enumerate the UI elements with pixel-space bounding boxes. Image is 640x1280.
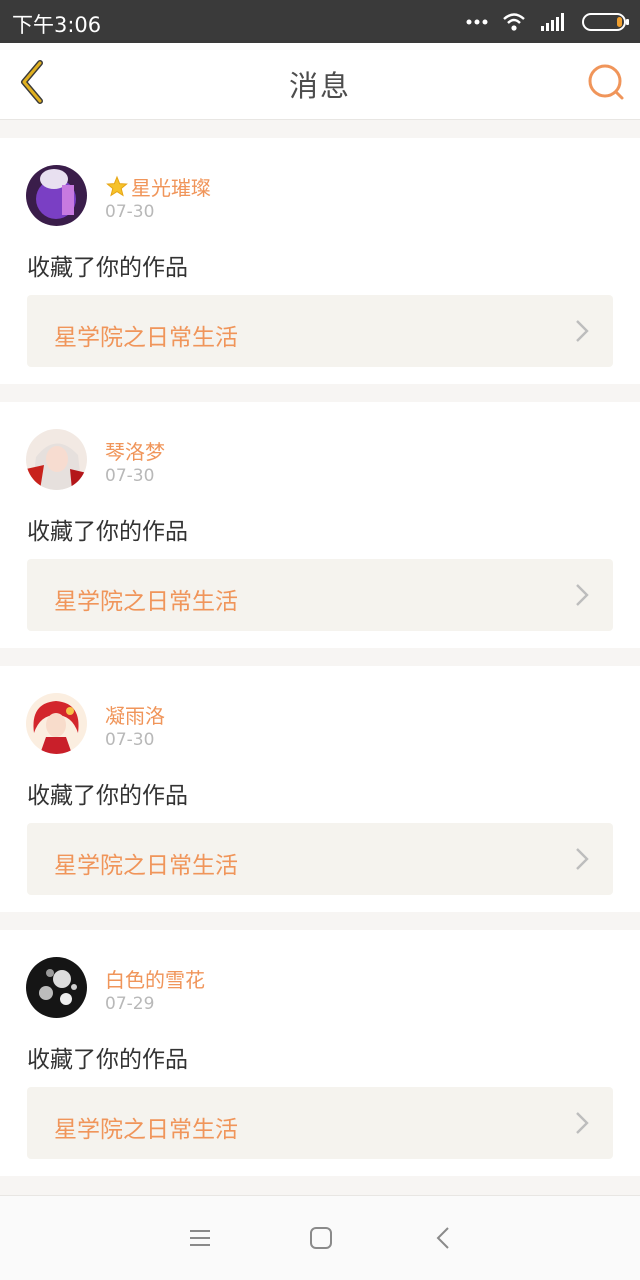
message-card: 星光璀璨 07-30 收藏了你的作品 星学院之日常生活 bbox=[0, 138, 640, 384]
message-card: 凝雨洛 07-30 收藏了你的作品 星学院之日常生活 bbox=[0, 666, 640, 912]
message-date: 07-30 bbox=[105, 730, 155, 750]
chevron-right-icon bbox=[576, 1112, 589, 1134]
username[interactable]: 琴洛梦 bbox=[105, 436, 165, 465]
chevron-right-icon bbox=[576, 320, 589, 342]
work-link[interactable]: 星学院之日常生活 bbox=[27, 823, 613, 895]
work-link[interactable]: 星学院之日常生活 bbox=[27, 559, 613, 631]
username[interactable]: 凝雨洛 bbox=[105, 700, 165, 729]
work-link[interactable]: 星学院之日常生活 bbox=[27, 295, 613, 367]
message-card: 白色的雪花 07-29 收藏了你的作品 星学院之日常生活 bbox=[0, 930, 640, 1176]
username[interactable]: 白色的雪花 bbox=[105, 964, 205, 993]
app-bar: 消息 bbox=[0, 43, 640, 120]
username-text: 白色的雪花 bbox=[105, 968, 205, 992]
message-card: 琴洛梦 07-30 收藏了你的作品 星学院之日常生活 bbox=[0, 402, 640, 648]
battery-icon bbox=[582, 13, 629, 31]
message-action: 收藏了你的作品 bbox=[27, 519, 188, 545]
chevron-right-icon bbox=[576, 584, 589, 606]
work-link[interactable]: 星学院之日常生活 bbox=[27, 1087, 613, 1159]
message-action: 收藏了你的作品 bbox=[27, 255, 188, 281]
message-date: 07-30 bbox=[105, 466, 155, 486]
username-text: 琴洛梦 bbox=[105, 440, 165, 464]
signal-icon bbox=[541, 13, 564, 31]
work-title: 星学院之日常生活 bbox=[54, 589, 238, 615]
back-triangle-icon[interactable] bbox=[432, 1226, 456, 1250]
work-title: 星学院之日常生活 bbox=[54, 853, 238, 879]
status-time: 下午3:06 bbox=[12, 13, 102, 37]
status-icons bbox=[466, 10, 630, 34]
avatar[interactable] bbox=[26, 165, 87, 226]
work-title: 星学院之日常生活 bbox=[54, 325, 238, 351]
system-nav-bar bbox=[0, 1195, 640, 1280]
menu-icon[interactable] bbox=[188, 1226, 212, 1250]
search-icon[interactable] bbox=[586, 62, 626, 102]
avatar[interactable] bbox=[26, 693, 87, 754]
page-title: 消息 bbox=[288, 69, 351, 103]
status-bar: 下午3:06 bbox=[0, 0, 640, 43]
chevron-right-icon bbox=[576, 848, 589, 870]
avatar[interactable] bbox=[26, 957, 87, 1018]
more-dots-icon bbox=[466, 19, 488, 25]
username[interactable]: 星光璀璨 bbox=[105, 172, 211, 201]
username-text: 凝雨洛 bbox=[105, 704, 165, 728]
avatar[interactable] bbox=[26, 429, 87, 490]
message-date: 07-30 bbox=[105, 202, 155, 222]
message-action: 收藏了你的作品 bbox=[27, 783, 188, 809]
message-action: 收藏了你的作品 bbox=[27, 1047, 188, 1073]
username-text: 星光璀璨 bbox=[131, 176, 211, 200]
home-square-icon[interactable] bbox=[309, 1226, 333, 1250]
star-icon bbox=[106, 175, 128, 197]
work-title: 星学院之日常生活 bbox=[54, 1117, 238, 1143]
wifi-icon bbox=[503, 13, 525, 31]
message-date: 07-29 bbox=[105, 994, 155, 1014]
